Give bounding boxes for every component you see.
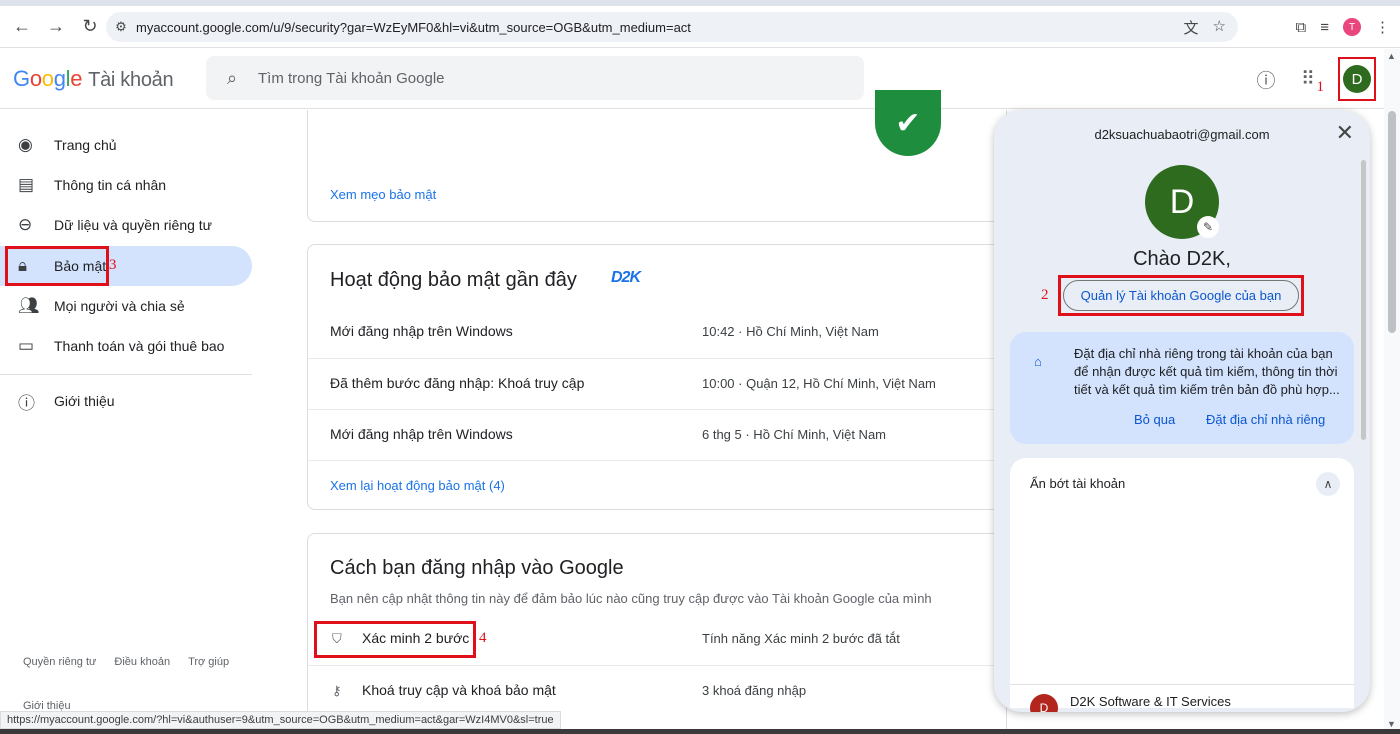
step-marker-3: 3	[109, 257, 117, 273]
manage-account-button[interactable]: Quản lý Tài khoản Google của bạn	[1063, 280, 1299, 311]
signin-title: Cách bạn đăng nhập vào Google	[330, 557, 624, 579]
sidebar-nav: ◉ Trang chủ ▤ Thông tin cá nhân ⊖ Dữ liệ…	[0, 110, 266, 730]
account-search-input[interactable]: ⌕ Tìm trong Tài khoản Google	[206, 56, 864, 100]
info-icon: ⓘ	[18, 393, 35, 413]
toggle-icon: ⊖	[18, 215, 33, 234]
recent-activity-card: Hoạt động bảo mật gần đây D2K Mới đăng n…	[307, 244, 1008, 511]
popup-scrollbar[interactable]	[1361, 160, 1366, 440]
home-icon: ◉	[18, 135, 33, 154]
hide-accounts-label[interactable]: Ẩn bớt tài khoản	[1030, 476, 1125, 491]
link-status-bar: https://myaccount.google.com/?hl=vi&auth…	[0, 711, 561, 729]
translate-icon[interactable]: 文	[1184, 17, 1199, 38]
scrollbar-thumb[interactable]	[1388, 111, 1396, 333]
google-account-logo[interactable]: Google Tài khoản	[13, 66, 174, 92]
os-taskbar	[0, 729, 1400, 734]
activity-link-row: Xem lại hoạt động bảo mật (4)	[308, 460, 1008, 511]
scroll-up-icon[interactable]: ▲	[1387, 51, 1396, 61]
person-key-icon: ⚷	[332, 683, 342, 698]
product-name: Tài khoản	[88, 68, 174, 91]
bookmark-star-icon[interactable]: ☆	[1213, 17, 1226, 38]
browser-menu-icon[interactable]: ⋮	[1375, 18, 1390, 36]
home-icon: ⌂	[1034, 354, 1042, 369]
security-highlight-frame	[5, 246, 109, 286]
footer-terms-link[interactable]: Điều khoản	[114, 656, 170, 668]
search-placeholder: Tìm trong Tài khoản Google	[258, 69, 445, 87]
activity-title: Hoạt động bảo mật gần đây	[330, 269, 577, 291]
site-info-icon[interactable]: ⚙	[106, 19, 136, 35]
d2k-logo: D2K	[611, 269, 641, 286]
page-header: Google Tài khoản ⌕ Tìm trong Tài khoản G…	[0, 49, 1384, 109]
step-marker-4: 4	[479, 630, 487, 646]
back-arrow-icon[interactable]: ←	[6, 11, 38, 43]
help-icon[interactable]: ⓘ	[1254, 66, 1278, 93]
sidebar-item-people-sharing[interactable]: 👥︎ Mọi người và chia sẻ	[0, 286, 252, 326]
activity-row[interactable]: Mới đăng nhập trên Windows 10:42 · Hồ Ch…	[308, 307, 1008, 358]
forward-arrow-icon[interactable]: →	[40, 11, 72, 43]
step-marker-2: 2	[1041, 287, 1049, 303]
address-bar[interactable]: ⚙ myaccount.google.com/u/9/security?gar=…	[106, 12, 1238, 42]
search-icon[interactable]: ⌕	[206, 68, 258, 89]
sidebar-item-home[interactable]: ◉ Trang chủ	[0, 125, 252, 165]
account-name[interactable]: D2K Software & IT Services	[1070, 694, 1231, 709]
id-card-icon: ▤	[18, 175, 35, 194]
browser-toolbar: ← → ↻ ⚙ myaccount.google.com/u/9/securit…	[0, 6, 1400, 48]
browser-profile-avatar[interactable]: T	[1343, 18, 1361, 36]
card-icon: ▭	[18, 336, 35, 355]
notice-text: Đặt địa chỉ nhà riêng trong tài khoản củ…	[1074, 346, 1340, 397]
sidebar-item-data-privacy[interactable]: ⊖ Dữ liệu và quyền riêng tư	[0, 205, 252, 245]
accounts-list: Ẩn bớt tài khoản ∧ D D2K Software & IT S…	[1010, 458, 1354, 712]
sidebar-divider	[0, 374, 252, 375]
activity-row[interactable]: Mới đăng nhập trên Windows 6 thg 5 · Hồ …	[308, 409, 1008, 460]
account-switcher-popup: d2ksuachuabaotri@gmail.com ✕ D ✎ Chào D2…	[994, 110, 1370, 712]
sidebar-item-personal-info[interactable]: ▤ Thông tin cá nhân	[0, 165, 252, 205]
account-avatar-highlight: D	[1338, 57, 1376, 101]
popup-email: d2ksuachuabaotri@gmail.com	[1094, 127, 1270, 142]
activity-row[interactable]: Đã thêm bước đăng nhập: Khoá truy cập 10…	[308, 358, 1008, 409]
security-tips-link[interactable]: Xem mẹo bảo mật	[330, 187, 436, 202]
accounts-divider	[1010, 684, 1354, 685]
home-address-notice: ⌂ Đặt địa chỉ nhà riêng trong tài khoản …	[1010, 332, 1354, 444]
account-avatar-button[interactable]: D	[1343, 65, 1371, 93]
shield-check-icon: ✔	[875, 90, 941, 156]
step-marker-1: 1	[1316, 79, 1325, 95]
footer-links: Quyền riêng tư Điều khoản Trợ giúp	[23, 656, 229, 668]
security-tips-card: ✔ Xem mẹo bảo mật	[307, 90, 1007, 222]
signin-subtitle: Bạn nên cập nhật thông tin này để đảm bả…	[330, 591, 932, 606]
footer-help-link[interactable]: Trợ giúp	[188, 656, 229, 668]
chevron-up-icon[interactable]: ∧	[1316, 472, 1340, 496]
address-url[interactable]: myaccount.google.com/u/9/security?gar=Wz…	[136, 20, 1184, 35]
people-icon: 👥︎	[18, 296, 40, 315]
popup-greeting: Chào D2K,	[1133, 248, 1231, 270]
account-avatar[interactable]: D	[1030, 694, 1058, 712]
edit-pencil-icon[interactable]: ✎	[1197, 216, 1219, 238]
close-icon[interactable]: ✕	[1336, 120, 1354, 146]
page-scrollbar[interactable]: ▲ ▼	[1384, 49, 1400, 734]
notice-skip-button[interactable]: Bỏ qua	[1134, 412, 1175, 427]
media-control-icon[interactable]: ≡	[1320, 19, 1329, 36]
footer-privacy-link[interactable]: Quyền riêng tư	[23, 656, 96, 668]
reload-icon[interactable]: ↻	[74, 11, 106, 43]
sidebar-item-payments[interactable]: ▭ Thanh toán và gói thuê bao	[0, 326, 252, 366]
passkeys-row[interactable]: ⚷ Khoá truy cập và khoá bảo mật 3 khoá đ…	[308, 665, 1008, 716]
two-step-highlight-frame	[314, 621, 476, 658]
scroll-down-icon[interactable]: ▼	[1387, 719, 1396, 729]
extensions-icon[interactable]: ⧉	[1296, 19, 1307, 36]
set-home-address-button[interactable]: Đặt địa chỉ nhà riêng	[1206, 412, 1325, 427]
review-activity-link[interactable]: Xem lại hoạt động bảo mật (4)	[330, 478, 505, 493]
sidebar-item-about[interactable]: ⓘ Giới thiệu	[0, 381, 252, 421]
